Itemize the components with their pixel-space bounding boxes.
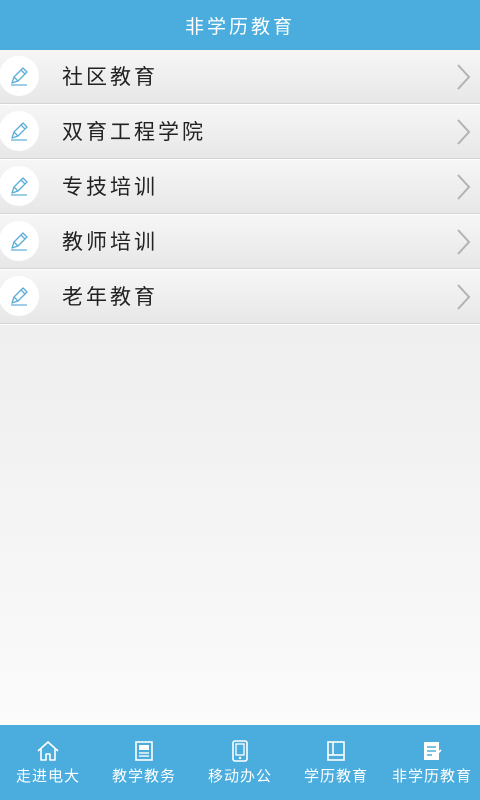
pencil-icon (0, 111, 39, 151)
list-item-label: 双育工程学院 (62, 120, 206, 144)
header-bar: 非学历教育 (0, 0, 480, 50)
chevron-right-icon (454, 282, 474, 312)
tab-label: 移动办公 (207, 767, 272, 785)
chevron-right-icon (454, 117, 474, 147)
tab-degree-education[interactable]: 学历教育 (288, 725, 384, 800)
home-icon (36, 739, 60, 763)
book-icon (324, 739, 348, 763)
chevron-right-icon (454, 62, 474, 92)
list-item-dual-education-college[interactable]: 双育工程学院 (0, 105, 480, 160)
list-item-senior-education[interactable]: 老年教育 (0, 270, 480, 325)
list-item-label: 专技培训 (62, 175, 158, 199)
pencil-icon (0, 221, 39, 261)
tab-mobile-office[interactable]: 移动办公 (192, 725, 288, 800)
tab-non-degree-education[interactable]: 非学历教育 (384, 725, 480, 800)
list-item-professional-training[interactable]: 专技培训 (0, 160, 480, 215)
chevron-right-icon (454, 227, 474, 257)
tab-label: 学历教育 (303, 767, 368, 785)
list-item-label: 社区教育 (62, 65, 158, 89)
tab-teaching-affairs[interactable]: 教学教务 (96, 725, 192, 800)
pencil-icon (0, 166, 39, 206)
list-item-label: 教师培训 (62, 230, 158, 254)
page-title: 非学历教育 (184, 15, 295, 38)
tab-label: 走进电大 (15, 767, 80, 785)
pencil-icon (0, 276, 39, 316)
bottom-tab-bar: 走进电大 教学教务 移动办公 学历教育 非学历教育 (0, 725, 480, 800)
tab-label: 非学历教育 (391, 767, 472, 785)
list-item-label: 老年教育 (62, 285, 158, 309)
list-item-teacher-training[interactable]: 教师培训 (0, 215, 480, 270)
tablet-icon (228, 739, 252, 763)
list-item-community-education[interactable]: 社区教育 (0, 50, 480, 105)
pencil-icon (0, 56, 39, 96)
newspaper-icon (132, 739, 156, 763)
notepad-icon (420, 739, 444, 763)
chevron-right-icon (454, 172, 474, 202)
menu-list: 社区教育 双育工程学院 专技培训 教师培训 老年教育 (0, 50, 480, 325)
tab-label: 教学教务 (111, 767, 176, 785)
tab-about-university[interactable]: 走进电大 (0, 725, 96, 800)
